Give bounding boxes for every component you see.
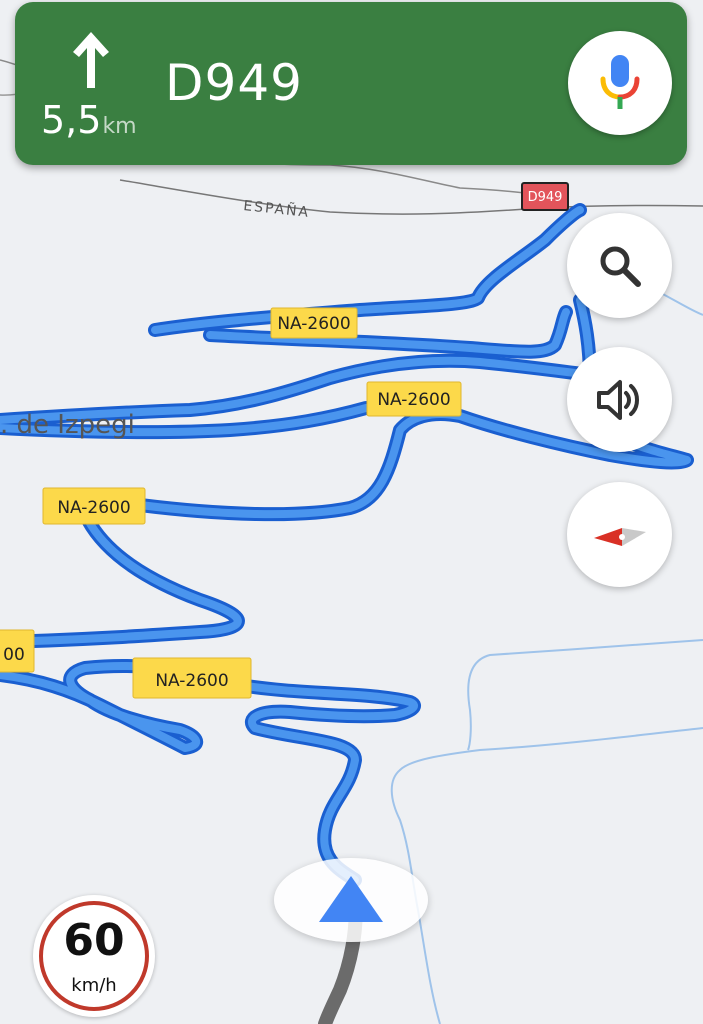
straight-arrow-icon bbox=[73, 32, 109, 88]
current-position-marker bbox=[274, 858, 428, 942]
svg-text:NA-2600: NA-2600 bbox=[155, 671, 228, 691]
road-shield-na2600[interactable]: NA-2600 bbox=[270, 307, 358, 339]
road-shield-na2600[interactable]: NA-2600 bbox=[366, 381, 462, 417]
road-shield-na2600[interactable]: NA-2600 bbox=[132, 657, 252, 699]
place-label-izpegi: . de Izpegi bbox=[0, 410, 135, 440]
svg-text:00: 00 bbox=[3, 645, 25, 665]
compass-icon bbox=[593, 527, 646, 546]
speed-limit-sign[interactable]: 60 km/h bbox=[33, 895, 155, 1017]
compass-button[interactable] bbox=[567, 482, 672, 587]
next-road-name: D949 bbox=[165, 54, 303, 112]
mic-icon bbox=[600, 55, 640, 109]
road-shield-d949[interactable]: D949 bbox=[521, 182, 569, 211]
road-shield-partial[interactable]: 00 bbox=[0, 629, 35, 673]
voice-search-button[interactable] bbox=[568, 31, 672, 135]
svg-text:NA-2600: NA-2600 bbox=[277, 314, 350, 334]
navigation-banner[interactable]: 5,5km D949 bbox=[15, 2, 687, 165]
search-button[interactable] bbox=[567, 213, 672, 318]
svg-text:NA-2600: NA-2600 bbox=[377, 390, 450, 410]
distance-unit: km bbox=[102, 114, 137, 139]
road-shield-na2600[interactable]: NA-2600 bbox=[42, 487, 146, 525]
distance-value: 5,5 bbox=[41, 98, 102, 142]
svg-text:D949: D949 bbox=[528, 190, 563, 205]
sound-button[interactable] bbox=[567, 347, 672, 452]
search-icon bbox=[600, 246, 641, 287]
speed-limit-value: 60 bbox=[63, 915, 125, 966]
svg-text:NA-2600: NA-2600 bbox=[57, 498, 130, 518]
volume-icon bbox=[596, 379, 639, 420]
speed-limit-unit: km/h bbox=[71, 975, 117, 996]
navigation-arrow-icon bbox=[319, 876, 383, 922]
distance-to-maneuver: 5,5km bbox=[41, 98, 137, 142]
